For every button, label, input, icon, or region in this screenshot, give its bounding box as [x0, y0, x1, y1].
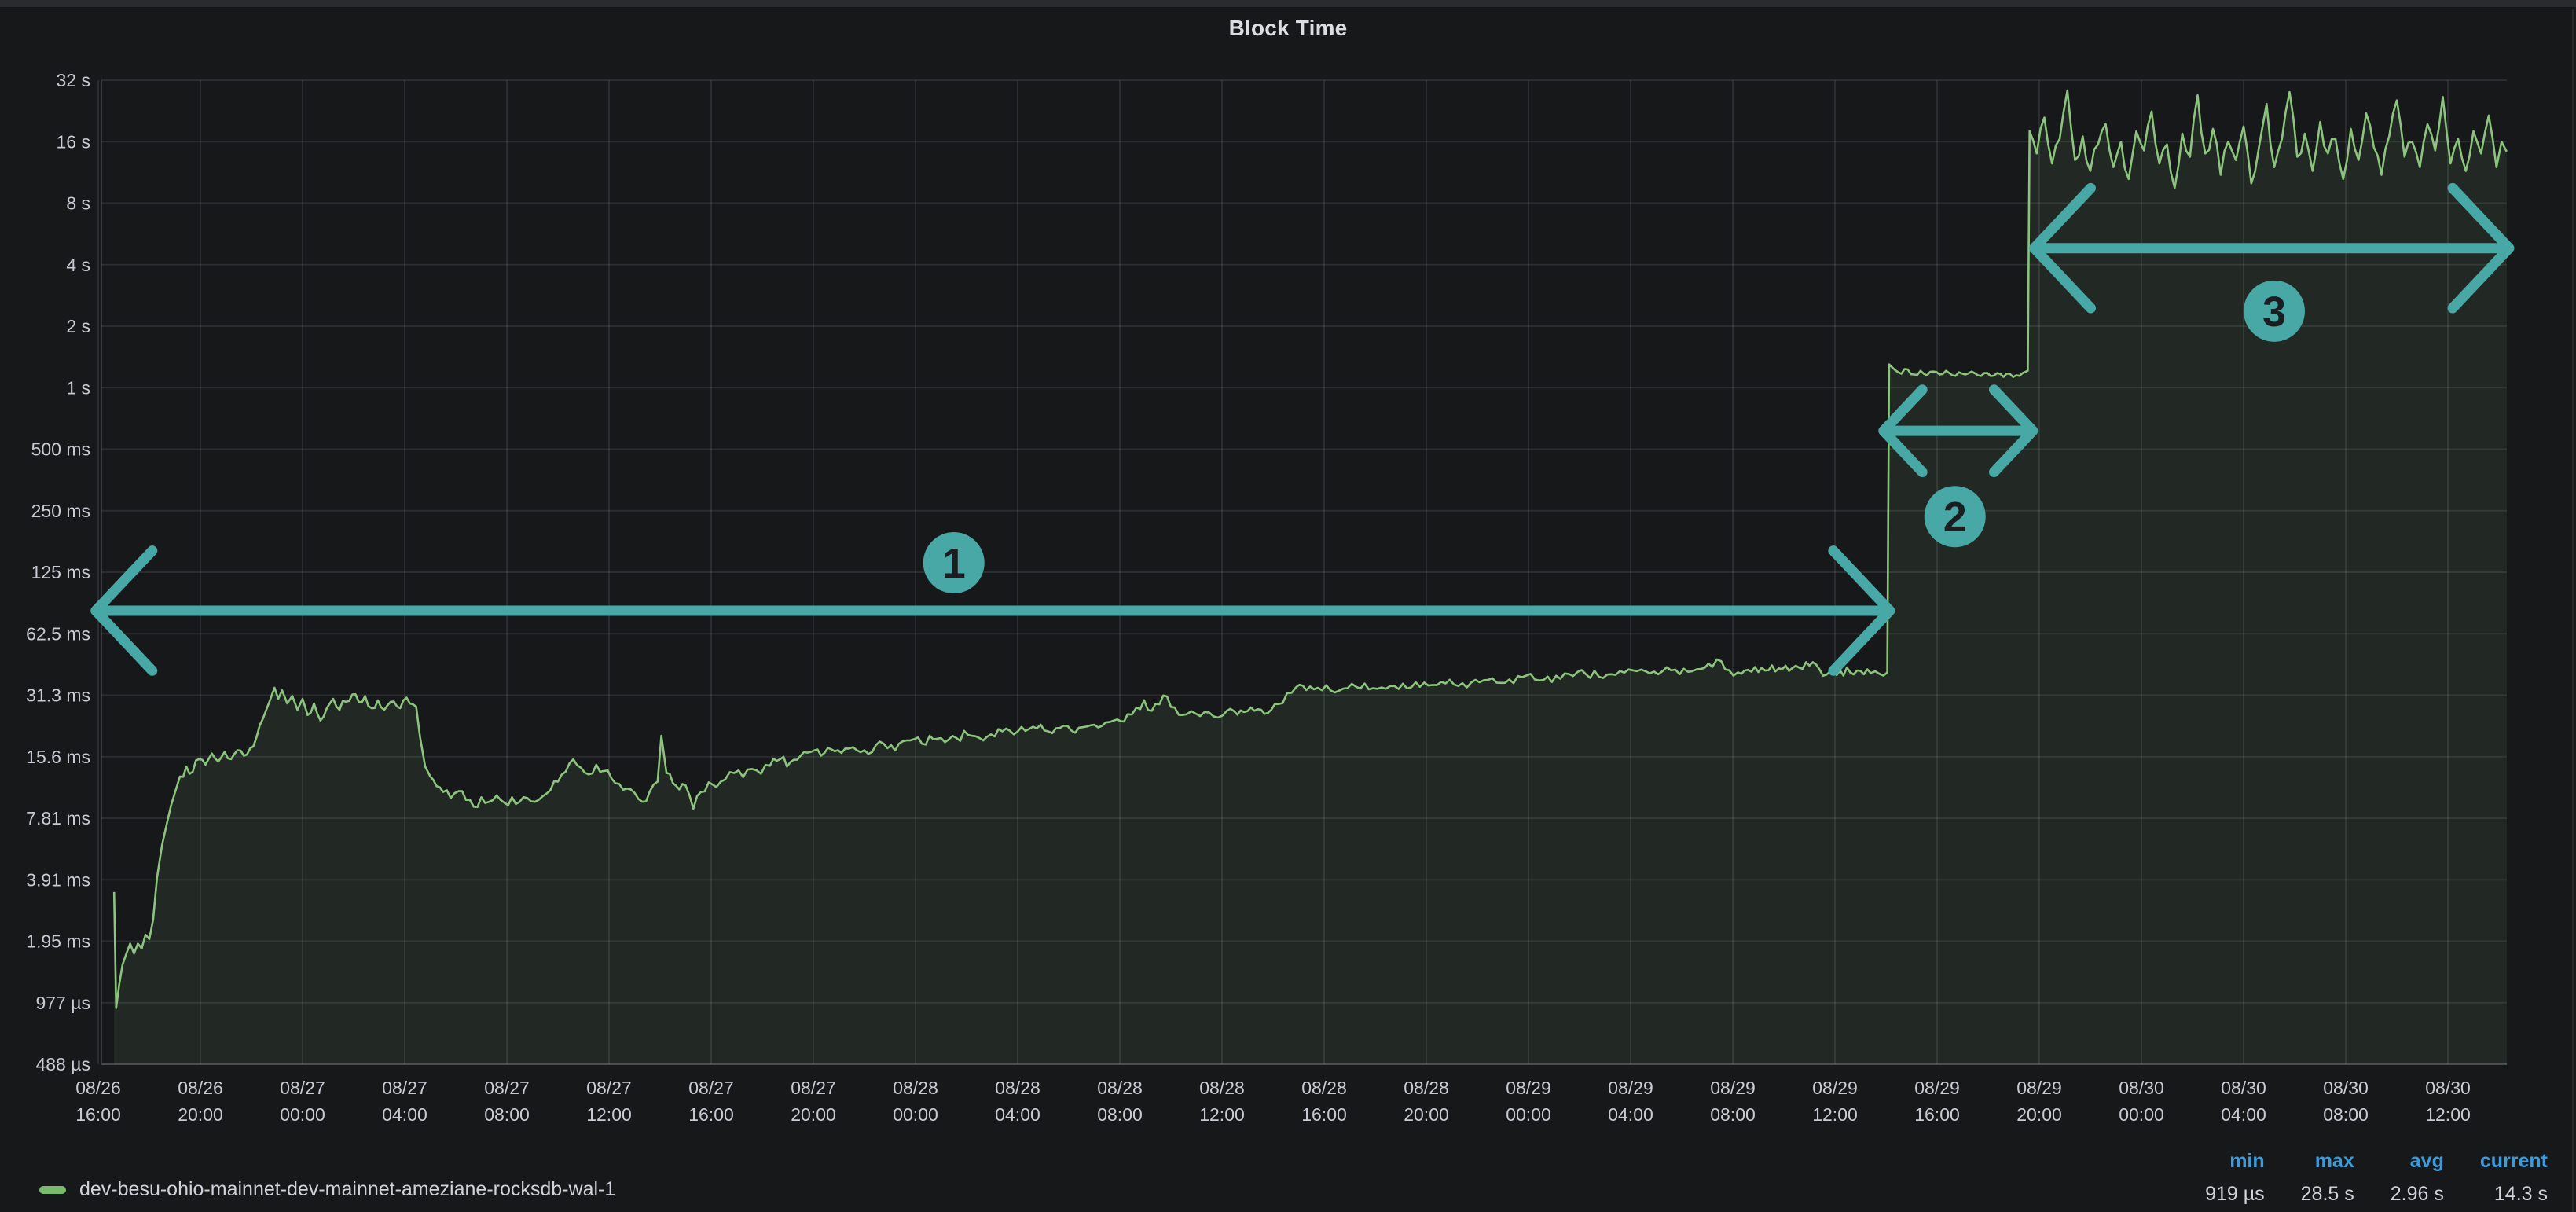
x-tick-time: 00:00	[2119, 1104, 2164, 1125]
y-tick-label: 3.91 ms	[26, 869, 90, 890]
y-tick-label: 977 µs	[35, 993, 90, 1013]
legend-stats: min max avg current 919 µs 28.5 s 2.96 s…	[2205, 1150, 2548, 1206]
y-tick-label: 8 s	[66, 193, 90, 214]
annotation-arrow-1	[96, 551, 1890, 671]
x-tick-date: 08/28	[1199, 1078, 1245, 1098]
x-tick-time: 12:00	[1812, 1104, 1858, 1125]
panel-right-edge	[2572, 9, 2574, 1212]
legend-series-label[interactable]: dev-besu-ohio-mainnet-dev-mainnet-amezia…	[79, 1178, 615, 1201]
y-tick-label: 7.81 ms	[26, 808, 90, 828]
x-tick-date: 08/29	[1812, 1078, 1858, 1098]
y-tick-label: 32 s	[57, 70, 90, 90]
x-tick-date: 08/27	[484, 1078, 530, 1098]
x-tick-time: 20:00	[791, 1104, 836, 1125]
x-tick-date: 08/28	[1404, 1078, 1449, 1098]
x-tick-time: 20:00	[2016, 1104, 2062, 1125]
legend-stat-header-avg[interactable]: avg	[2391, 1150, 2444, 1173]
x-tick-time: 04:00	[1608, 1104, 1653, 1125]
badge-number: 1	[942, 540, 966, 587]
x-tick-time: 16:00	[1301, 1104, 1347, 1125]
x-tick-date: 08/30	[2119, 1078, 2164, 1098]
y-tick-label: 31.3 ms	[26, 685, 90, 706]
y-tick-label: 250 ms	[31, 501, 90, 521]
x-tick-date: 08/27	[586, 1078, 632, 1098]
y-tick-label: 16 s	[57, 131, 90, 152]
y-tick-label: 4 s	[66, 255, 90, 275]
x-tick-time: 16:00	[688, 1104, 734, 1125]
x-tick-time: 12:00	[586, 1104, 632, 1125]
x-tick-date: 08/29	[1914, 1078, 1960, 1098]
x-tick-time: 04:00	[382, 1104, 427, 1125]
x-tick-time: 08:00	[1097, 1104, 1143, 1125]
x-tick-date: 08/30	[2221, 1078, 2266, 1098]
x-tick-time: 20:00	[178, 1104, 223, 1125]
x-tick-date: 08/27	[280, 1078, 325, 1098]
x-tick-time: 16:00	[1914, 1104, 1960, 1125]
x-tick-date: 08/27	[688, 1078, 734, 1098]
legend-stat-header-min[interactable]: min	[2205, 1150, 2265, 1173]
annotation-badge-3: 3	[2244, 281, 2305, 342]
annotation-badge-1: 1	[923, 532, 985, 593]
y-axis-labels: 32 s 16 s 8 s 4 s 2 s 1 s 500 ms 250 ms 125 ms 62…	[26, 70, 90, 1074]
x-tick-time: 08:00	[484, 1104, 530, 1125]
block-time-chart[interactable]: 32 s 16 s 8 s 4 s 2 s 1 s 500 ms 250 ms 125 ms 62…	[0, 0, 2576, 1212]
x-tick-date: 08/29	[1608, 1078, 1653, 1098]
legend-stat-value-min: 919 µs	[2205, 1183, 2265, 1206]
series-area	[114, 90, 2507, 1064]
x-tick-date: 08/29	[2016, 1078, 2062, 1098]
y-tick-label: 2 s	[66, 316, 90, 336]
legend-stat-header-max[interactable]: max	[2301, 1150, 2354, 1173]
y-tick-label: 1 s	[66, 377, 90, 398]
x-tick-date: 08/28	[893, 1078, 938, 1098]
x-tick-time: 08:00	[1710, 1104, 1756, 1125]
y-tick-label: 62.5 ms	[26, 623, 90, 644]
x-tick-date: 08/28	[1097, 1078, 1143, 1098]
x-tick-time: 04:00	[2221, 1104, 2266, 1125]
x-tick-date: 08/30	[2425, 1078, 2471, 1098]
x-tick-date: 08/26	[75, 1078, 121, 1098]
annotation-badge-2: 2	[1925, 486, 1986, 547]
x-tick-date: 08/27	[382, 1078, 427, 1098]
x-tick-time: 16:00	[75, 1104, 121, 1125]
y-tick-label: 1.95 ms	[26, 931, 90, 952]
x-tick-date: 08/27	[791, 1078, 836, 1098]
x-axis-labels: 08/26 16:00 08/26 20:00 08/27 00:00 08/27 04:00…	[75, 1078, 2471, 1125]
legend-stat-value-current: 14.3 s	[2480, 1183, 2548, 1206]
x-tick-date: 08/26	[178, 1078, 223, 1098]
badge-number: 2	[1943, 494, 1967, 541]
legend-series-swatch-icon[interactable]	[39, 1186, 66, 1194]
legend-stat-header-current[interactable]: current	[2480, 1150, 2548, 1173]
x-tick-time: 08:00	[2323, 1104, 2369, 1125]
x-tick-time: 00:00	[280, 1104, 325, 1125]
legend-stat-value-avg: 2.96 s	[2391, 1183, 2444, 1206]
x-tick-time: 00:00	[893, 1104, 938, 1125]
legend-stat-value-max: 28.5 s	[2301, 1183, 2354, 1206]
x-tick-date: 08/28	[995, 1078, 1040, 1098]
x-tick-time: 12:00	[1199, 1104, 1245, 1125]
x-tick-date: 08/29	[1506, 1078, 1551, 1098]
x-tick-date: 08/29	[1710, 1078, 1756, 1098]
x-tick-time: 20:00	[1404, 1104, 1449, 1125]
x-tick-time: 12:00	[2425, 1104, 2471, 1125]
y-tick-label: 125 ms	[31, 562, 90, 582]
badge-number: 3	[2262, 288, 2286, 336]
x-tick-date: 08/28	[1301, 1078, 1347, 1098]
x-tick-time: 04:00	[995, 1104, 1040, 1125]
legend-row: dev-besu-ohio-mainnet-dev-mainnet-amezia…	[39, 1178, 615, 1201]
y-tick-label: 488 µs	[35, 1054, 90, 1074]
x-tick-time: 00:00	[1506, 1104, 1551, 1125]
x-tick-date: 08/30	[2323, 1078, 2369, 1098]
y-tick-label: 500 ms	[31, 439, 90, 460]
y-tick-label: 15.6 ms	[26, 747, 90, 767]
